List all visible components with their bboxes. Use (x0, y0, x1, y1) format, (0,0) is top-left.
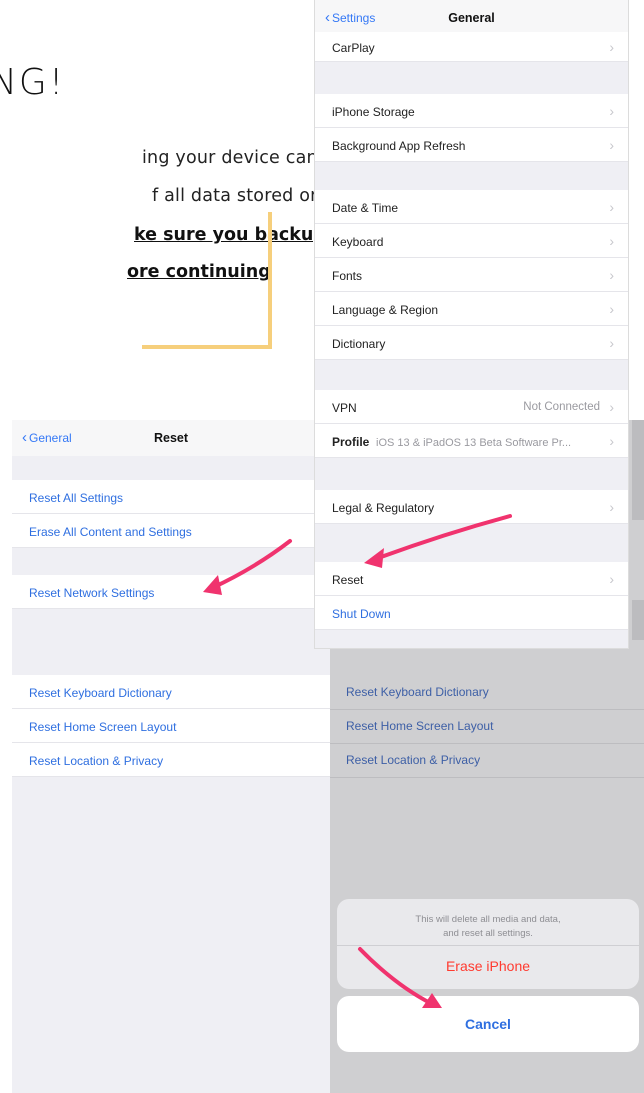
row-label: Date & Time (332, 201, 399, 215)
profile-label: Profile (332, 435, 370, 449)
row-label: Erase All Content and Settings (29, 525, 192, 539)
row-label: iPhone Storage (332, 105, 415, 119)
warning-body-line: f all data stored on (152, 186, 322, 206)
row-label: Reset All Settings (29, 491, 124, 505)
row-label: Keyboard (332, 235, 384, 249)
sheet-message: This will delete all media and data, and… (337, 913, 639, 941)
row-label: Shut Down (332, 607, 391, 621)
cancel-button[interactable]: Cancel (337, 996, 639, 1052)
page-title: Reset (153, 431, 189, 445)
dimmed-row-label: Reset Location & Privacy (346, 753, 481, 767)
reset-screen: ‹ General Reset Reset All Settings Erase … (12, 420, 330, 1093)
erase-confirmation-sheet: This will delete all media and data, and… (337, 899, 639, 989)
row-date-time[interactable]: Date & Time › (315, 190, 628, 224)
chevron-right-icon: › (609, 233, 614, 249)
chevron-right-icon: › (609, 301, 614, 317)
reset-keyboard-dictionary[interactable]: Reset Keyboard Dictionary (12, 675, 330, 709)
row-label: Reset (332, 573, 364, 587)
chevron-right-icon: › (609, 39, 614, 55)
reset-network-settings[interactable]: Reset Network Settings (12, 575, 330, 609)
chevron-right-icon: › (609, 137, 614, 153)
chevron-right-icon: › (609, 103, 614, 119)
row-dictionary[interactable]: Dictionary › (315, 326, 628, 360)
row-label: Language & Region (332, 303, 439, 317)
dimmed-row: Reset Keyboard Dictionary (330, 675, 644, 710)
row-label: Reset Location & Privacy (29, 754, 164, 768)
row-reset[interactable]: Reset › (315, 562, 628, 596)
warning-body-line: ing your device can (142, 148, 318, 168)
sheet-message-line: This will delete all media and data, (415, 914, 561, 925)
general-screen: ‹ Settings General CarPlay › iPhone Stora… (315, 0, 628, 648)
row-label: CarPlay (332, 41, 375, 55)
row-language-region[interactable]: Language & Region › (315, 292, 628, 326)
row-label: Reset Network Settings (29, 586, 155, 600)
row-background-app-refresh[interactable]: Background App Refresh › (315, 128, 628, 162)
reset-all-settings[interactable]: Reset All Settings (12, 480, 330, 514)
nav-bar: ‹ General Reset (12, 420, 330, 456)
chevron-right-icon: › (609, 499, 614, 515)
row-label: Reset Home Screen Layout (29, 720, 177, 734)
row-keyboard[interactable]: Keyboard › (315, 224, 628, 258)
reset-location-privacy[interactable]: Reset Location & Privacy (12, 743, 330, 777)
dimmed-row-label: Reset Keyboard Dictionary (346, 685, 489, 699)
accent-frame (142, 212, 272, 349)
row-legal-regulatory[interactable]: Legal & Regulatory › (315, 490, 628, 524)
cancel-label: Cancel (465, 1016, 511, 1032)
row-iphone-storage[interactable]: iPhone Storage › (315, 94, 628, 128)
row-label: Dictionary (332, 337, 386, 351)
row-label: Reset Keyboard Dictionary (29, 686, 172, 700)
sheet-message-line: and reset all settings. (443, 928, 533, 939)
nav-bar: ‹ Settings General (315, 0, 628, 36)
dimmed-row: Reset Home Screen Layout (330, 709, 644, 744)
page-title: General (448, 11, 495, 25)
row-shut-down[interactable]: Shut Down (315, 596, 628, 630)
chevron-right-icon: › (609, 433, 614, 449)
row-label: VPN (332, 401, 357, 415)
dimmed-row: Reset Location & Privacy (330, 743, 644, 778)
reset-home-screen-layout[interactable]: Reset Home Screen Layout (12, 709, 330, 743)
divider (337, 945, 639, 946)
erase-all-content[interactable]: Erase All Content and Settings (12, 514, 330, 548)
erase-iphone-button[interactable]: Erase iPhone (337, 958, 639, 974)
dimmed-row-label: Reset Home Screen Layout (346, 719, 494, 733)
profile-detail: iOS 13 & iPadOS 13 Beta Software Pr... (376, 437, 572, 449)
chevron-right-icon: › (609, 399, 614, 415)
chevron-right-icon: › (609, 335, 614, 351)
row-vpn[interactable]: VPN Not Connected › (315, 390, 628, 424)
row-fonts[interactable]: Fonts › (315, 258, 628, 292)
row-label: Profile iOS 13 & iPadOS 13 Beta Software… (332, 435, 571, 449)
row-label: Legal & Regulatory (332, 501, 435, 515)
row-profile[interactable]: Profile iOS 13 & iPadOS 13 Beta Software… (315, 424, 628, 458)
chevron-right-icon: › (609, 267, 614, 283)
row-label: Background App Refresh (332, 139, 466, 153)
row-label: Fonts (332, 269, 363, 283)
row-carplay[interactable]: CarPlay › (315, 32, 628, 62)
warning-title: NG! (0, 62, 66, 103)
chevron-right-icon: › (609, 571, 614, 587)
vpn-status: Not Connected (523, 401, 600, 413)
chevron-right-icon: › (609, 199, 614, 215)
